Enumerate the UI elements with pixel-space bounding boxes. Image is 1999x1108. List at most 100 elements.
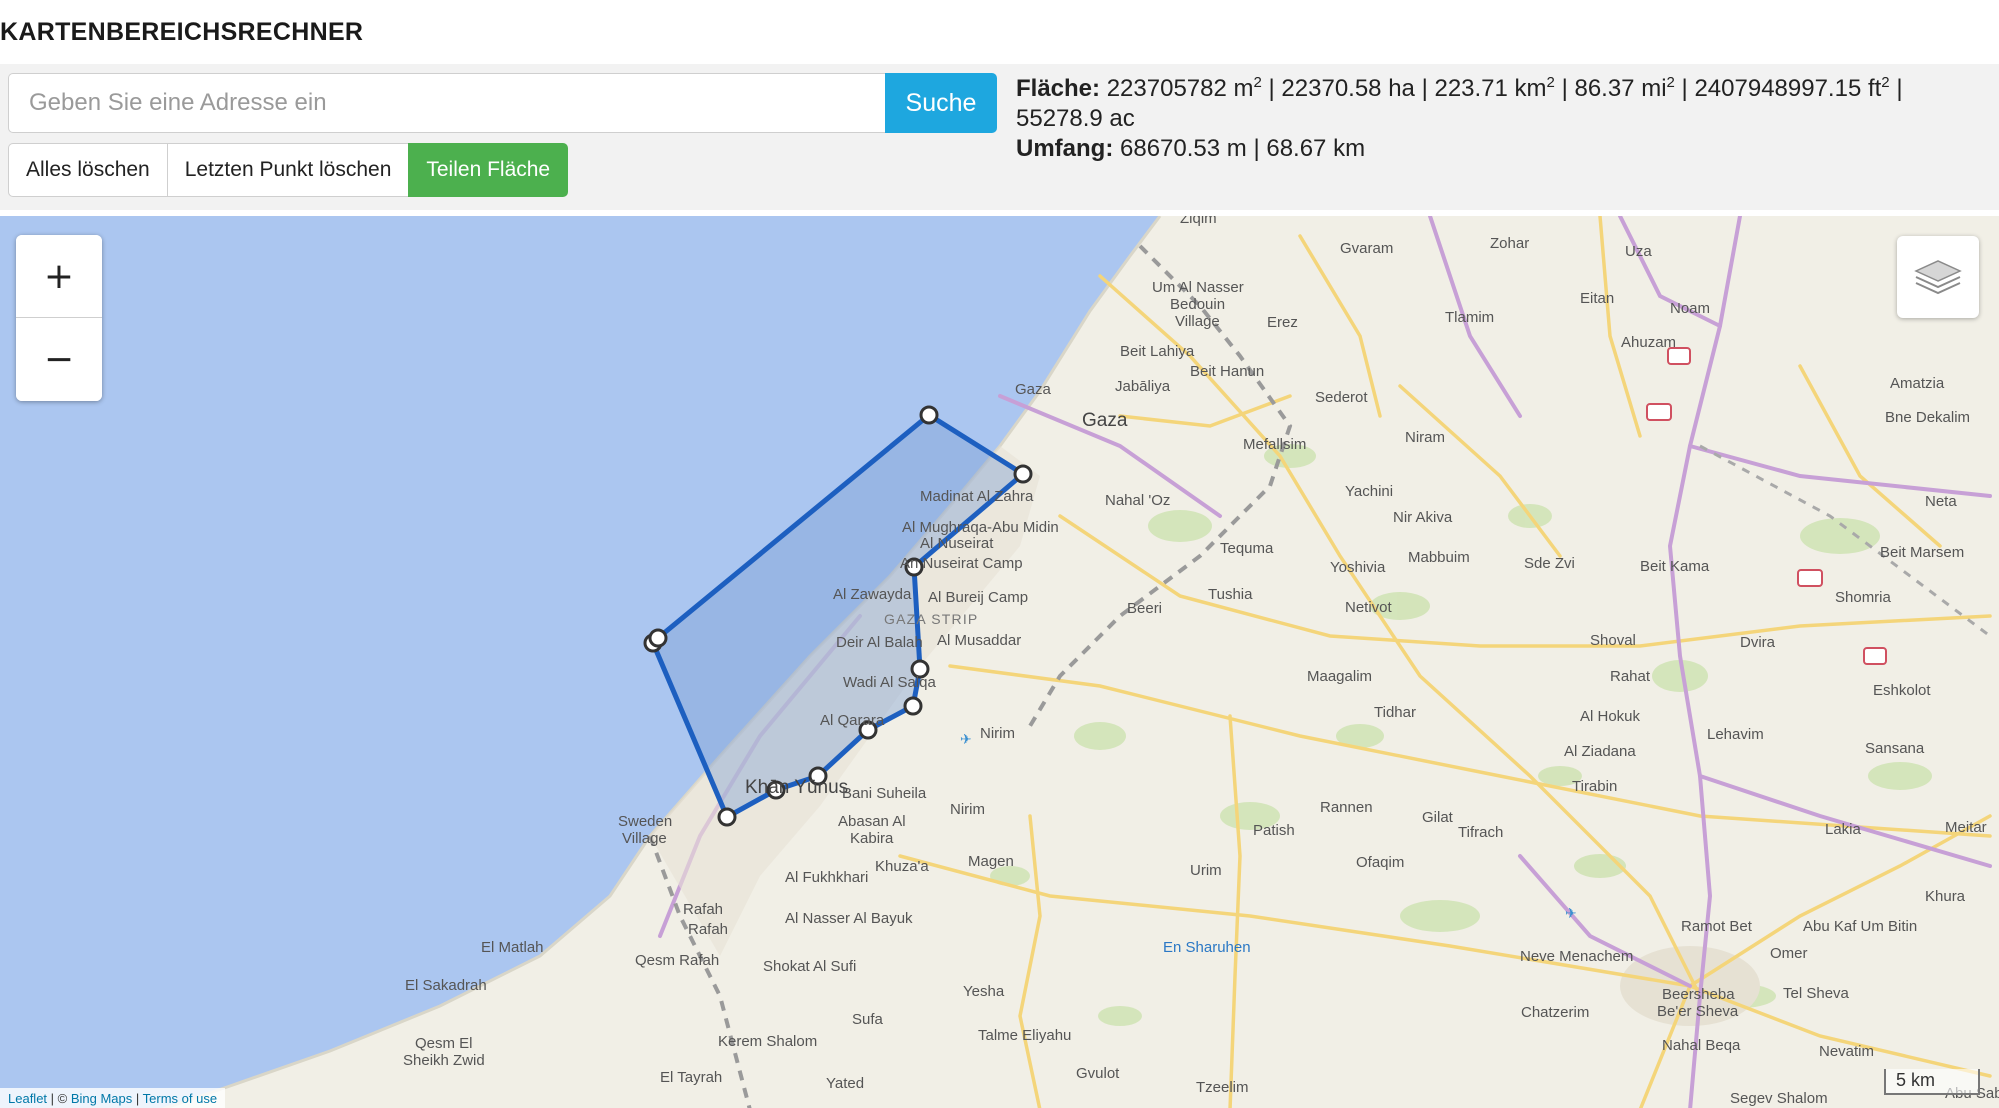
scale-bar: 5 km xyxy=(1884,1069,1980,1095)
map-canvas[interactable]: Ziqim Gvaram Zohar Uza Um Al Nasser Bedo… xyxy=(0,216,1999,1108)
place-label: Nahal Beqa xyxy=(1662,1037,1741,1054)
place-label: Al Hokuk xyxy=(1580,708,1641,725)
place-label: Jabāliya xyxy=(1115,378,1171,395)
place-label: Tzeelim xyxy=(1196,1079,1249,1096)
share-area-button[interactable]: Teilen Fläche xyxy=(408,143,569,197)
route-shield xyxy=(1797,569,1823,587)
place-label: Shomria xyxy=(1835,589,1892,606)
place-label: Maagalim xyxy=(1307,668,1372,685)
place-label: Tifrach xyxy=(1458,824,1503,841)
place-label: Sheikh Zwid xyxy=(403,1052,485,1069)
place-label: Bedouin xyxy=(1170,296,1225,313)
area-m2: 223705782 m xyxy=(1106,75,1254,102)
place-label: Rannen xyxy=(1320,799,1373,816)
place-label: Wadi Al Salqa xyxy=(843,674,936,691)
place-label: Ramot Bet xyxy=(1681,918,1753,935)
place-label: Ziqim xyxy=(1180,216,1217,227)
place-label: Omer xyxy=(1770,945,1808,962)
map-view[interactable]: Ziqim Gvaram Zohar Uza Um Al Nasser Bedo… xyxy=(0,216,1999,1108)
place-label: Niram xyxy=(1405,429,1445,446)
measurement-readout: Fläche: 223705782 m2 | 22370.58 ha | 223… xyxy=(1016,74,1976,164)
search-button[interactable]: Suche xyxy=(885,73,997,133)
place-label: Be'er Sheva xyxy=(1657,1003,1739,1020)
place-label: Meitar xyxy=(1945,819,1987,836)
place-label: Mabbuim xyxy=(1408,549,1470,566)
place-label: Urim xyxy=(1190,862,1222,879)
place-label: Tirabin xyxy=(1572,778,1617,795)
place-label: Deir Al Balah xyxy=(836,634,923,651)
place-label: El Sakadrah xyxy=(405,977,487,994)
place-label: Al Musaddar xyxy=(937,632,1021,649)
place-label: Sansana xyxy=(1865,740,1925,757)
place-label: Ofaqim xyxy=(1356,854,1404,871)
place-label: Segev Shalom xyxy=(1730,1090,1828,1107)
leaflet-link[interactable]: Leaflet xyxy=(8,1091,47,1106)
place-label: Al Zawayda xyxy=(833,586,912,603)
area-km2: 223.71 km xyxy=(1434,75,1547,102)
place-label: Beit Hanun xyxy=(1190,363,1264,380)
place-label: Al Ziadana xyxy=(1564,743,1636,760)
place-label: Neve Menachem xyxy=(1520,948,1633,965)
layers-icon xyxy=(1914,260,1962,295)
place-label: Sweden xyxy=(618,813,672,830)
vertex-handle xyxy=(648,628,668,648)
zoom-control: + − xyxy=(16,235,102,401)
place-label: Eshkolot xyxy=(1873,682,1931,699)
address-search-input[interactable] xyxy=(8,73,885,133)
delete-last-point-button[interactable]: Letzten Punkt löschen xyxy=(166,143,410,197)
place-label: Abasan Al xyxy=(838,813,906,830)
clear-all-button[interactable]: Alles löschen xyxy=(8,143,168,197)
place-label: Al Mughraqa-Abu Midin xyxy=(902,519,1059,536)
place-label: Gaza xyxy=(1082,410,1128,431)
place-label: El Tayrah xyxy=(660,1069,722,1086)
place-label: Tequma xyxy=(1220,540,1274,557)
route-shield xyxy=(1863,647,1887,665)
place-label: Al Bureij Camp xyxy=(928,589,1028,606)
place-label: Rafah xyxy=(688,921,728,938)
place-label: Zohar xyxy=(1490,235,1529,252)
place-label: Al Qarara xyxy=(820,712,885,729)
place-label: Village xyxy=(622,830,667,847)
terms-of-use-link[interactable]: Terms of use xyxy=(143,1091,217,1106)
bing-maps-link[interactable]: Bing Maps xyxy=(71,1091,132,1106)
place-label: Mefallsim xyxy=(1243,436,1306,453)
place-label: Sde Zvi xyxy=(1524,555,1575,572)
layers-button[interactable] xyxy=(1897,236,1979,318)
place-label: Amatzia xyxy=(1890,375,1945,392)
place-label: Qesm Rafah xyxy=(635,952,719,969)
place-label: Al Fukhkhari xyxy=(785,869,868,886)
place-label: Bani Suheila xyxy=(842,785,927,802)
airport-icon: ✈ xyxy=(1565,905,1577,921)
vertex-handle xyxy=(903,696,923,716)
place-label: Rafah xyxy=(683,901,723,918)
place-label: Beersheba xyxy=(1662,986,1735,1003)
place-label: En Sharuhen xyxy=(1163,939,1251,956)
place-label: Beit Lahiya xyxy=(1120,343,1195,360)
place-label: Tlamim xyxy=(1445,309,1494,326)
place-label: Erez xyxy=(1267,314,1298,331)
place-label: Magen xyxy=(968,853,1014,870)
place-label: Village xyxy=(1175,313,1220,330)
zoom-in-button[interactable]: + xyxy=(16,235,102,318)
place-label: Rahat xyxy=(1610,668,1651,685)
perimeter-label: Umfang: xyxy=(1016,135,1114,162)
place-label: Gvaram xyxy=(1340,240,1393,257)
place-label: Tel Sheva xyxy=(1783,985,1850,1002)
place-label: Sufa xyxy=(852,1011,884,1028)
place-label: Al Nuseirat xyxy=(920,535,994,552)
area-readout: Fläche: 223705782 m2 | 22370.58 ha | 223… xyxy=(1016,74,1903,132)
place-label: Yesha xyxy=(963,983,1005,1000)
place-label: Nevatim xyxy=(1819,1043,1874,1060)
area-mi2: 86.37 mi xyxy=(1574,75,1667,102)
zoom-out-button[interactable]: − xyxy=(16,318,102,401)
place-label: Talme Eliyahu xyxy=(978,1027,1071,1044)
place-label: Abu Kaf Um Bitin xyxy=(1803,918,1917,935)
place-label: Lakia xyxy=(1825,821,1862,838)
place-label: Nahal 'Oz xyxy=(1105,492,1170,509)
perimeter-readout: Umfang: 68670.53 m | 68.67 km xyxy=(1016,135,1366,162)
perimeter-m: 68670.53 m xyxy=(1120,135,1247,162)
place-label: Khuza'a xyxy=(875,858,929,875)
place-label: Gilat xyxy=(1422,809,1454,826)
map-attribution: Leaflet | © Bing Maps | Terms of use xyxy=(0,1088,226,1108)
place-label: Gvulot xyxy=(1076,1065,1120,1082)
